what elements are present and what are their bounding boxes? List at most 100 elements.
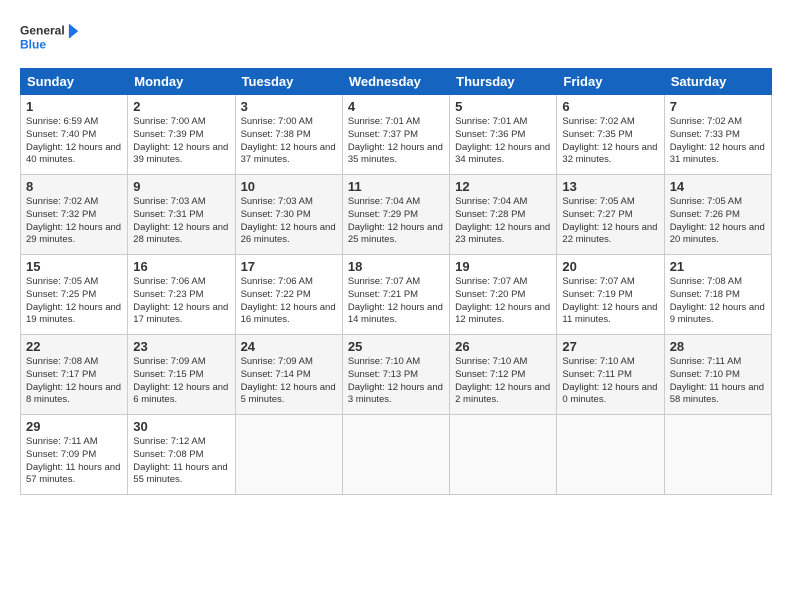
day-info: Sunrise: 7:02 AMSunset: 7:32 PMDaylight:… [26,196,122,247]
day-info: Sunrise: 7:07 AMSunset: 7:19 PMDaylight:… [562,276,658,327]
calendar-cell: 13Sunrise: 7:05 AMSunset: 7:27 PMDayligh… [557,175,664,255]
calendar-header-row: SundayMondayTuesdayWednesdayThursdayFrid… [21,69,772,95]
day-info: Sunrise: 7:01 AMSunset: 7:36 PMDaylight:… [455,116,551,167]
day-number: 27 [562,339,658,354]
day-number: 10 [241,179,337,194]
header-wednesday: Wednesday [342,69,449,95]
day-number: 24 [241,339,337,354]
day-info: Sunrise: 7:07 AMSunset: 7:20 PMDaylight:… [455,276,551,327]
header-saturday: Saturday [664,69,771,95]
calendar-cell: 20 Sunrise: 7:07 AMSunset: 7:19 PMDayligh… [557,255,664,335]
calendar-cell: 17 Sunrise: 7:06 AMSunset: 7:22 PMDayligh… [235,255,342,335]
day-info: Sunrise: 7:10 AMSunset: 7:13 PMDaylight:… [348,356,444,407]
day-number: 9 [133,179,229,194]
day-info: Sunrise: 7:08 AMSunset: 7:18 PMDaylight:… [670,276,766,327]
calendar-table: SundayMondayTuesdayWednesdayThursdayFrid… [20,68,772,495]
calendar-cell: 1 Sunrise: 6:59 AMSunset: 7:40 PMDaylight… [21,95,128,175]
calendar-cell: 26 Sunrise: 7:10 AMSunset: 7:12 PMDayligh… [450,335,557,415]
calendar-week-5: 29Sunrise: 7:11 AMSunset: 7:09 PMDayligh… [21,415,772,495]
calendar-cell: 9 Sunrise: 7:03 AMSunset: 7:31 PMDaylight… [128,175,235,255]
logo: General Blue [20,18,80,58]
day-info: Sunrise: 7:00 AMSunset: 7:39 PMDaylight:… [133,116,229,167]
day-number: 26 [455,339,551,354]
day-number: 25 [348,339,444,354]
calendar-cell: 28Sunrise: 7:11 AMSunset: 7:10 PMDayligh… [664,335,771,415]
day-info: Sunrise: 7:10 AMSunset: 7:11 PMDaylight:… [562,356,658,407]
day-number: 14 [670,179,766,194]
calendar-cell [235,415,342,495]
page: General Blue SundayMondayTuesdayWednesda… [0,0,792,612]
calendar-cell: 3 Sunrise: 7:00 AMSunset: 7:38 PMDaylight… [235,95,342,175]
day-number: 22 [26,339,122,354]
calendar-cell: 24 Sunrise: 7:09 AMSunset: 7:14 PMDayligh… [235,335,342,415]
calendar-week-2: 8 Sunrise: 7:02 AMSunset: 7:32 PMDaylight… [21,175,772,255]
day-info: Sunrise: 7:06 AMSunset: 7:23 PMDaylight:… [133,276,229,327]
calendar-cell: 11 Sunrise: 7:04 AMSunset: 7:29 PMDayligh… [342,175,449,255]
day-info: Sunrise: 7:10 AMSunset: 7:12 PMDaylight:… [455,356,551,407]
header-sunday: Sunday [21,69,128,95]
day-number: 7 [670,99,766,114]
header-monday: Monday [128,69,235,95]
day-info: Sunrise: 7:04 AMSunset: 7:29 PMDaylight:… [348,196,444,247]
calendar-cell: 19 Sunrise: 7:07 AMSunset: 7:20 PMDayligh… [450,255,557,335]
day-info: Sunrise: 7:03 AMSunset: 7:31 PMDaylight:… [133,196,229,247]
calendar-cell [342,415,449,495]
calendar-cell: 6 Sunrise: 7:02 AMSunset: 7:35 PMDaylight… [557,95,664,175]
calendar-week-3: 15 Sunrise: 7:05 AMSunset: 7:25 PMDayligh… [21,255,772,335]
calendar-cell: 15 Sunrise: 7:05 AMSunset: 7:25 PMDayligh… [21,255,128,335]
day-number: 5 [455,99,551,114]
day-info: Sunrise: 7:09 AMSunset: 7:14 PMDaylight:… [241,356,337,407]
calendar-cell: 16 Sunrise: 7:06 AMSunset: 7:23 PMDayligh… [128,255,235,335]
calendar-cell: 29Sunrise: 7:11 AMSunset: 7:09 PMDayligh… [21,415,128,495]
day-info: Sunrise: 7:05 AMSunset: 7:25 PMDaylight:… [26,276,122,327]
logo-svg: General Blue [20,18,80,58]
day-number: 8 [26,179,122,194]
day-number: 6 [562,99,658,114]
calendar-cell: 12 Sunrise: 7:04 AMSunset: 7:28 PMDayligh… [450,175,557,255]
day-info: Sunrise: 7:03 AMSunset: 7:30 PMDaylight:… [241,196,337,247]
day-info: Sunrise: 7:12 AMSunset: 7:08 PMDaylight:… [133,436,229,487]
day-number: 1 [26,99,122,114]
calendar-cell [557,415,664,495]
header-friday: Friday [557,69,664,95]
svg-text:Blue: Blue [20,37,46,51]
day-number: 23 [133,339,229,354]
calendar-cell: 27 Sunrise: 7:10 AMSunset: 7:11 PMDayligh… [557,335,664,415]
day-number: 11 [348,179,444,194]
day-info: Sunrise: 7:04 AMSunset: 7:28 PMDaylight:… [455,196,551,247]
day-number: 3 [241,99,337,114]
calendar-cell [664,415,771,495]
day-number: 17 [241,259,337,274]
header: General Blue [20,18,772,58]
day-info: Sunrise: 7:05 AMSunset: 7:26 PMDaylight:… [670,196,766,247]
day-number: 19 [455,259,551,274]
day-info: Sunrise: 7:01 AMSunset: 7:37 PMDaylight:… [348,116,444,167]
day-info: Sunrise: 7:02 AMSunset: 7:35 PMDaylight:… [562,116,658,167]
day-info: Sunrise: 7:06 AMSunset: 7:22 PMDaylight:… [241,276,337,327]
day-number: 16 [133,259,229,274]
calendar-cell: 4Sunrise: 7:01 AMSunset: 7:37 PMDaylight… [342,95,449,175]
calendar-cell: 25 Sunrise: 7:10 AMSunset: 7:13 PMDayligh… [342,335,449,415]
day-number: 2 [133,99,229,114]
header-thursday: Thursday [450,69,557,95]
day-number: 15 [26,259,122,274]
svg-text:General: General [20,24,65,38]
day-info: Sunrise: 7:02 AMSunset: 7:33 PMDaylight:… [670,116,766,167]
calendar-cell: 23Sunrise: 7:09 AMSunset: 7:15 PMDayligh… [128,335,235,415]
day-info: Sunrise: 6:59 AMSunset: 7:40 PMDaylight:… [26,116,122,167]
calendar-cell: 5 Sunrise: 7:01 AMSunset: 7:36 PMDaylight… [450,95,557,175]
calendar-cell: 7 Sunrise: 7:02 AMSunset: 7:33 PMDaylight… [664,95,771,175]
day-number: 20 [562,259,658,274]
day-number: 30 [133,419,229,434]
calendar-cell: 21Sunrise: 7:08 AMSunset: 7:18 PMDayligh… [664,255,771,335]
day-info: Sunrise: 7:07 AMSunset: 7:21 PMDaylight:… [348,276,444,327]
day-number: 12 [455,179,551,194]
day-number: 28 [670,339,766,354]
calendar-week-4: 22 Sunrise: 7:08 AMSunset: 7:17 PMDayligh… [21,335,772,415]
calendar-cell: 18Sunrise: 7:07 AMSunset: 7:21 PMDayligh… [342,255,449,335]
header-tuesday: Tuesday [235,69,342,95]
calendar-cell: 8 Sunrise: 7:02 AMSunset: 7:32 PMDaylight… [21,175,128,255]
day-info: Sunrise: 7:00 AMSunset: 7:38 PMDaylight:… [241,116,337,167]
day-info: Sunrise: 7:08 AMSunset: 7:17 PMDaylight:… [26,356,122,407]
calendar-week-1: 1 Sunrise: 6:59 AMSunset: 7:40 PMDaylight… [21,95,772,175]
